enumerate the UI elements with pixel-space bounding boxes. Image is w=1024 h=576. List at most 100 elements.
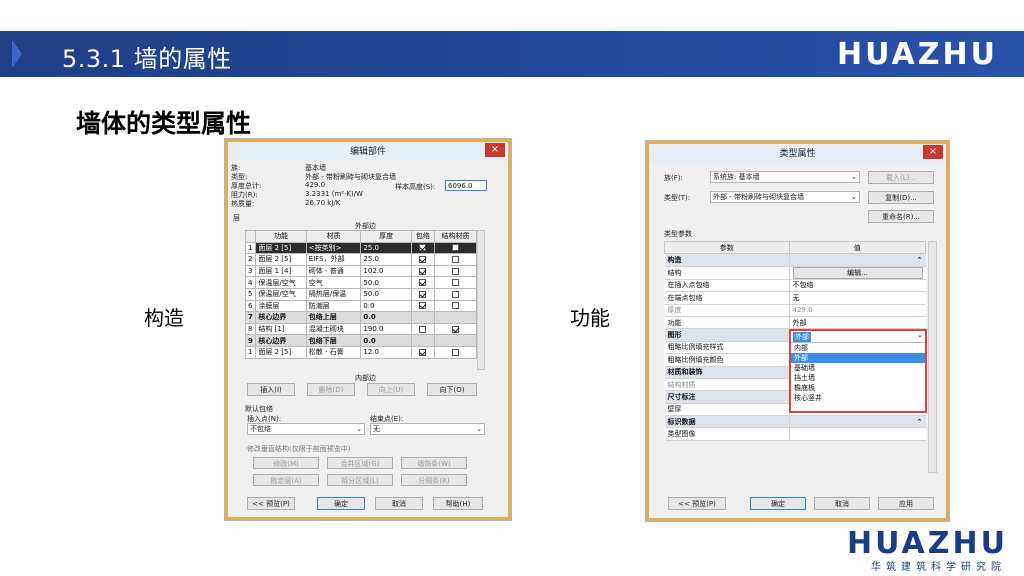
table-cell-mat[interactable]: 空气 <box>305 276 362 289</box>
table-cell-func[interactable]: 面层 2 [5] <box>255 241 307 255</box>
table-cell-struct[interactable] <box>433 241 478 255</box>
struct-checkbox[interactable] <box>451 267 459 275</box>
reveals-button[interactable]: 分隔条(R) <box>401 474 467 486</box>
param-value[interactable]: 外部 <box>788 316 926 330</box>
type-select[interactable]: 外部 - 带粉刷砖与砌块复合墙 ⌄ <box>710 191 860 203</box>
dropdown-option[interactable]: 外部 <box>791 353 925 363</box>
table-row[interactable]: 5 保温层/空气 隔热层/保温 50.0 <box>244 287 478 301</box>
insert-button[interactable]: 插入(I) <box>247 383 295 396</box>
collapse-icon[interactable]: ⌃ <box>917 418 923 426</box>
table-cell-wrap[interactable] <box>410 311 435 324</box>
table-cell-mat[interactable]: <按类别> <box>305 241 362 255</box>
param-value[interactable]: 无 <box>788 291 926 305</box>
param-group-row[interactable]: 标识数据 ⌃ <box>664 415 926 429</box>
param-value[interactable]: ⌃ <box>788 415 926 429</box>
table-cell-thk[interactable]: 0.0 <box>360 334 412 347</box>
table-cell-n[interactable]: 7 <box>244 311 257 324</box>
table-cell-wrap[interactable] <box>410 264 435 278</box>
table-cell-struct[interactable] <box>433 334 478 347</box>
param-row[interactable]: 在端点包络无 <box>664 291 926 305</box>
table-cell-func[interactable]: 结构 [1] <box>255 322 307 336</box>
table-row[interactable]: 4 保温层/空气 空气 50.0 <box>244 276 478 289</box>
table-cell-mat[interactable]: EIFS，外部 <box>305 253 362 266</box>
wrap-checkbox[interactable] <box>419 255 427 263</box>
merge-regions-button[interactable]: 合并区域(G) <box>327 457 393 469</box>
wrap-checkbox[interactable] <box>419 302 427 310</box>
dropdown-option[interactable]: 挡土墙 <box>791 373 925 383</box>
table-cell-wrap[interactable] <box>410 299 435 313</box>
struct-checkbox[interactable] <box>451 244 459 252</box>
table-cell-wrap[interactable] <box>410 322 435 336</box>
close-icon[interactable]: × <box>485 143 505 157</box>
rename-button[interactable]: 重命名(R)... <box>868 210 934 223</box>
param-row[interactable]: 在插入点包络 不包络 <box>664 279 926 293</box>
table-cell-thk[interactable]: 12.0 <box>360 345 412 359</box>
table-cell-n[interactable]: 5 <box>244 287 257 301</box>
table-cell-n[interactable]: 9 <box>244 334 257 347</box>
table-cell-func[interactable]: 涂膜层 <box>255 299 307 313</box>
wall-sweeps-button[interactable]: 墙饰条(W) <box>401 457 467 469</box>
table-cell-thk[interactable]: 25.0 <box>360 253 412 266</box>
table-row[interactable]: 9 核心边界 包络下层 0.0 <box>244 334 478 347</box>
table-cell-struct[interactable] <box>433 276 478 289</box>
edit-structure-button[interactable]: 编辑... <box>792 266 923 279</box>
wrap-checkbox[interactable] <box>419 279 427 287</box>
dropdown-option[interactable]: 檐底板 <box>791 383 925 393</box>
table-cell-func[interactable]: 核心边界 <box>255 311 307 324</box>
table-cell-wrap[interactable] <box>410 253 435 266</box>
table-cell-mat[interactable]: 包络下层 <box>305 334 362 347</box>
move-down-button[interactable]: 向下(O) <box>427 383 477 396</box>
table-cell-struct[interactable] <box>433 345 478 359</box>
param-value[interactable]: 编辑... <box>788 266 926 280</box>
param-value[interactable]: ⌃ <box>788 253 926 267</box>
table-cell-n[interactable]: 1 <box>244 345 257 359</box>
dropdown-option[interactable]: 基础墙 <box>791 363 925 373</box>
table-cell-func[interactable]: 面层 2 [5] <box>255 345 307 359</box>
table-cell-n[interactable]: 8 <box>244 322 257 336</box>
preview-button[interactable]: << 预览(P) <box>668 497 726 510</box>
struct-checkbox[interactable] <box>451 255 459 263</box>
struct-checkbox[interactable] <box>451 325 459 333</box>
params-scrollbar[interactable] <box>928 241 937 473</box>
preview-button[interactable]: << 预览(P) <box>247 497 295 510</box>
table-row[interactable]: 2 面层 2 [5] EIFS，外部 25.0 <box>244 253 478 266</box>
struct-checkbox[interactable] <box>451 348 459 356</box>
table-cell-thk[interactable]: 0.0 <box>360 311 412 324</box>
table-cell-thk[interactable]: 50.0 <box>360 276 412 289</box>
load-button[interactable]: 载入(L)... <box>868 171 934 184</box>
sample-height-input[interactable]: 6096.0 <box>445 180 487 191</box>
table-cell-n[interactable]: 6 <box>244 299 257 313</box>
apply-button[interactable]: 应用 <box>878 497 934 510</box>
table-cell-mat[interactable]: 隔热层/保温 <box>305 287 362 301</box>
table-cell-struct[interactable] <box>433 287 478 301</box>
collapse-icon[interactable]: ⌃ <box>917 256 923 264</box>
param-group-row[interactable]: 构造 ⌃ <box>664 253 926 267</box>
struct-checkbox[interactable] <box>451 302 459 310</box>
table-cell-func[interactable]: 面层 2 [5] <box>255 253 307 266</box>
table-row[interactable]: 3 面层 1 [4] 砌体 - 普通 102.0 <box>244 264 478 278</box>
table-cell-struct[interactable] <box>433 322 478 336</box>
table-cell-mat[interactable]: 松散 - 石膏 <box>305 345 362 359</box>
dropdown-option[interactable]: 内部 <box>791 343 925 353</box>
table-cell-thk[interactable]: 50.0 <box>360 287 412 301</box>
table-cell-thk[interactable]: 0.0 <box>360 299 412 313</box>
table-row[interactable]: 6 涂膜层 防潮层 0.0 <box>244 299 478 313</box>
table-cell-func[interactable]: 面层 1 [4] <box>255 264 307 278</box>
ok-button[interactable]: 确定 <box>750 497 806 510</box>
table-scrollbar[interactable] <box>477 230 485 370</box>
table-cell-wrap[interactable] <box>410 241 435 255</box>
table-cell-thk[interactable]: 102.0 <box>360 264 412 278</box>
wrap-checkbox[interactable] <box>419 267 427 275</box>
duplicate-button[interactable]: 复制(D)... <box>868 191 934 204</box>
function-dropdown[interactable]: 外部 ⌄ 内部 外部 基础墙 挡土墙 檐底板 核心竖井 <box>789 329 927 413</box>
wrap-checkbox[interactable] <box>419 244 427 252</box>
param-row[interactable]: 类型图像 <box>664 427 926 441</box>
assign-layers-button[interactable]: 指定层(A) <box>253 474 319 486</box>
cancel-button[interactable]: 取消 <box>814 497 870 510</box>
table-cell-mat[interactable]: 混凝土砌块 <box>305 322 362 336</box>
split-region-button[interactable]: 拆分区域(L) <box>327 474 393 486</box>
family-select[interactable]: 系统族: 基本墙 ⌄ <box>710 171 860 183</box>
wrap-checkbox[interactable] <box>419 290 427 298</box>
table-row[interactable]: 8 结构 [1] 混凝土砌块 190.0 <box>244 322 478 336</box>
table-cell-n[interactable]: 1 <box>244 241 257 255</box>
